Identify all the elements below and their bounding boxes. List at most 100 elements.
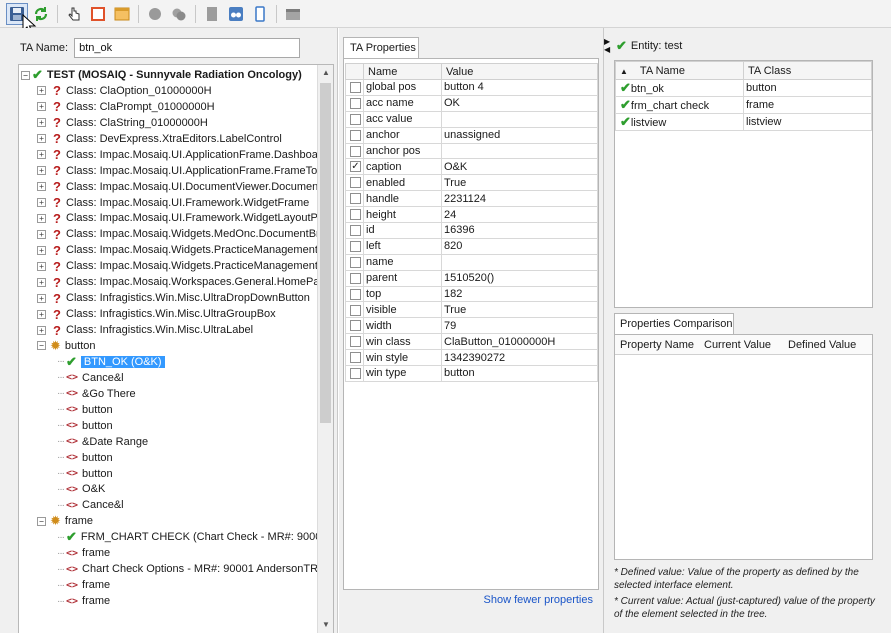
tree-item[interactable]: ··· <> O&K xyxy=(55,481,105,497)
property-checkbox[interactable] xyxy=(350,320,361,332)
expand-icon[interactable]: + xyxy=(37,150,46,160)
tree-item[interactable]: ··· <> Cance&l xyxy=(55,497,124,513)
entity-row[interactable]: ✔listview listview xyxy=(615,113,872,131)
tree-item[interactable]: ··· <> button xyxy=(55,402,113,418)
ta-name-input[interactable] xyxy=(74,38,301,58)
property-row[interactable]: id 16396 xyxy=(345,222,598,239)
tree-item[interactable]: +? Class: ClaOption_01000000H xyxy=(37,83,212,99)
tree-item[interactable]: +? Class: Impac.Mosaiq.Widgets.MedOnc.Doc… xyxy=(37,226,317,242)
property-checkbox[interactable] xyxy=(350,240,361,252)
property-checkbox[interactable] xyxy=(350,177,361,189)
property-checkbox[interactable] xyxy=(350,145,361,157)
shape-group-button[interactable] xyxy=(168,3,190,25)
property-checkbox[interactable] xyxy=(350,129,361,141)
tree-item[interactable]: +? Class: Impac.Mosaiq.Workspaces.General… xyxy=(37,274,317,290)
header-ta-name[interactable]: ▲ TA Name xyxy=(615,61,744,80)
tree-item[interactable]: ··· <> Chart Check Options - MR#: 90001 An… xyxy=(55,561,317,577)
property-checkbox[interactable] xyxy=(350,272,361,284)
tree-item[interactable]: ··· <> button xyxy=(55,418,113,434)
pointer-hand-button[interactable] xyxy=(63,3,85,25)
property-row[interactable]: anchor pos xyxy=(345,142,598,160)
expand-icon[interactable]: + xyxy=(37,245,46,255)
property-row[interactable]: height 24 xyxy=(345,206,598,224)
property-checkbox[interactable] xyxy=(350,352,361,364)
property-row[interactable]: acc name OK xyxy=(345,94,598,112)
expand-icon[interactable]: + xyxy=(37,134,46,144)
show-fewer-properties-link[interactable]: Show fewer properties xyxy=(484,594,593,606)
header-name[interactable]: Name xyxy=(363,63,442,80)
tree-item[interactable]: ··· <> &Go There xyxy=(55,386,136,402)
expand-icon[interactable]: + xyxy=(37,213,46,223)
expand-icon[interactable]: + xyxy=(37,166,46,176)
header-value[interactable]: Value xyxy=(441,63,598,80)
binoculars-button[interactable] xyxy=(225,3,247,25)
document-button[interactable] xyxy=(201,3,223,25)
entity-row[interactable]: ✔frm_chart check frame xyxy=(615,96,872,114)
expand-icon[interactable]: + xyxy=(37,261,46,271)
property-row[interactable]: top 182 xyxy=(345,285,598,303)
tree-item[interactable]: ··· <> Cance&l xyxy=(55,370,124,386)
property-row[interactable]: win style 1342390272 xyxy=(345,349,598,367)
property-checkbox[interactable] xyxy=(350,82,361,94)
tree-item[interactable]: +? Class: Infragistics.Win.Misc.UltraLabe… xyxy=(37,322,253,338)
tree-item[interactable]: ··· <> &Date Range xyxy=(55,434,148,450)
tree-group[interactable]: − ✹ button xyxy=(37,338,96,354)
property-checkbox[interactable] xyxy=(350,288,361,300)
scroll-thumb[interactable] xyxy=(320,83,331,423)
property-checkbox[interactable] xyxy=(350,113,361,125)
rectangle-select-button[interactable] xyxy=(87,3,109,25)
property-checkbox[interactable] xyxy=(350,97,361,109)
collapse-icon[interactable]: − xyxy=(37,516,46,526)
entity-row[interactable]: ✔btn_ok button xyxy=(615,79,872,97)
property-row[interactable]: visible True xyxy=(345,301,598,319)
window-grey-button[interactable] xyxy=(282,3,304,25)
property-row[interactable]: name xyxy=(345,253,598,271)
tree-item[interactable]: +? Class: Infragistics.Win.Misc.UltraDrop… xyxy=(37,290,310,306)
tree-item[interactable]: ··· <> frame xyxy=(55,545,110,561)
mobile-button[interactable] xyxy=(249,3,271,25)
tree-item[interactable]: +? Class: Impac.Mosaiq.UI.Framework.Widge… xyxy=(37,195,309,211)
property-row[interactable]: acc value xyxy=(345,110,598,128)
property-checkbox[interactable] xyxy=(350,336,361,348)
property-row[interactable]: ✓ caption O&K xyxy=(345,158,598,176)
tree-item[interactable]: ··· ✔ FRM_CHART CHECK (Chart Check - MR#: … xyxy=(55,529,317,545)
property-row[interactable]: win type button xyxy=(345,365,598,382)
tree-root[interactable]: − ✔ TEST (MOSAIQ - Sunnyvale Radiation Onc… xyxy=(21,67,302,83)
tree-item[interactable]: ··· <> button xyxy=(55,450,113,466)
header-defined-value[interactable]: Defined Value xyxy=(783,339,856,351)
tree-item[interactable]: +? Class: DevExpress.XtraEditors.LabelCon… xyxy=(37,131,282,147)
expand-icon[interactable]: + xyxy=(37,102,46,112)
tree-item[interactable]: ··· ✔ BTN_OK (O&K) xyxy=(55,354,165,370)
tree-scrollbar[interactable]: ▲ ▼ xyxy=(317,65,333,633)
expand-icon[interactable]: + xyxy=(37,118,46,128)
property-row[interactable]: anchor unassigned xyxy=(345,126,598,144)
header-property-name[interactable]: Property Name xyxy=(615,339,699,351)
expand-icon[interactable]: + xyxy=(37,325,46,335)
expand-icon[interactable]: + xyxy=(37,293,46,303)
tree-item[interactable]: ··· <> button xyxy=(55,466,113,482)
property-checkbox[interactable] xyxy=(350,368,361,380)
expand-icon[interactable]: + xyxy=(37,182,46,192)
property-checkbox[interactable]: ✓ xyxy=(350,161,361,173)
tree-item[interactable]: +? Class: ClaPrompt_01000000H xyxy=(37,99,215,115)
expand-icon[interactable]: + xyxy=(37,229,46,239)
expand-icon[interactable]: + xyxy=(37,86,46,96)
collapse-icon[interactable]: − xyxy=(37,341,46,351)
tab-ta-properties[interactable]: TA Properties xyxy=(343,37,419,59)
tree-item[interactable]: +? Class: Impac.Mosaiq.UI.ApplicationFram… xyxy=(37,147,317,163)
tree-item[interactable]: ··· <> frame xyxy=(55,593,110,609)
scroll-up-arrow-icon[interactable]: ▲ xyxy=(318,65,333,81)
circle-button[interactable] xyxy=(144,3,166,25)
tree-item[interactable]: +? Class: Impac.Mosaiq.Widgets.PracticeMa… xyxy=(37,242,317,258)
property-row[interactable]: global pos button 4 xyxy=(345,79,598,96)
tree-item[interactable]: +? Class: Impac.Mosaiq.Widgets.PracticeMa… xyxy=(37,258,317,274)
tree-item[interactable]: ··· <> frame xyxy=(55,577,110,593)
window-button[interactable] xyxy=(111,3,133,25)
property-row[interactable]: width 79 xyxy=(345,317,598,335)
tree-item[interactable]: +? Class: Impac.Mosaiq.UI.ApplicationFram… xyxy=(37,163,317,179)
property-row[interactable]: enabled True xyxy=(345,174,598,192)
property-checkbox[interactable] xyxy=(350,209,361,221)
splitter-arrows-icon[interactable]: ▶ ◀ xyxy=(604,38,610,54)
expand-icon[interactable]: + xyxy=(37,277,46,287)
property-row[interactable]: handle 2231124 xyxy=(345,190,598,208)
